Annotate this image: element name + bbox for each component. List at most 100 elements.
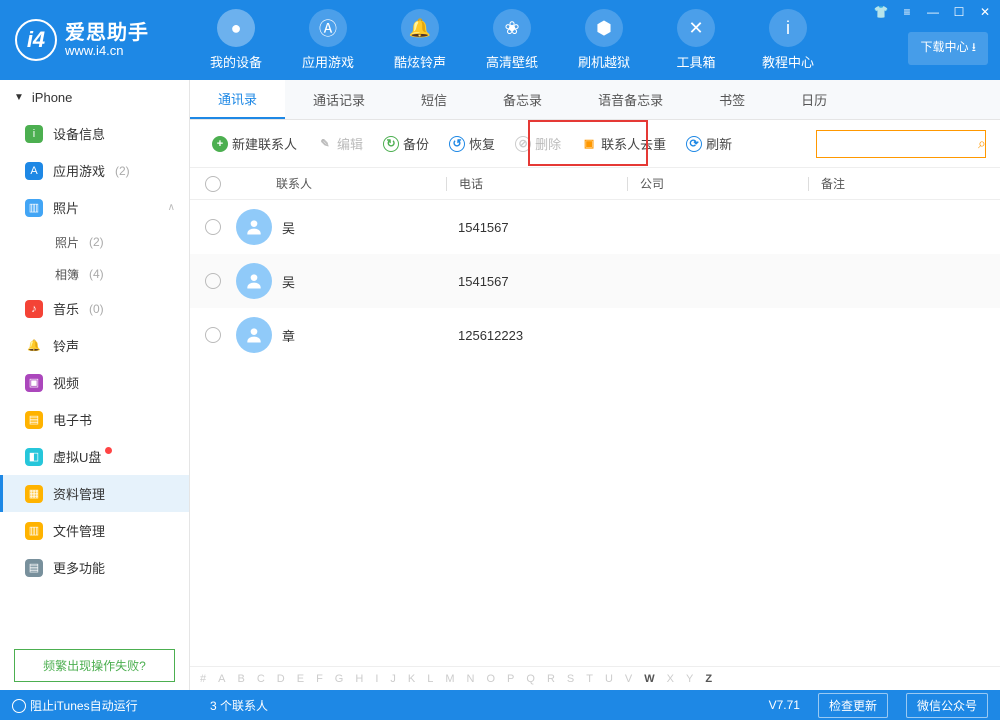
sidebar-icon: ▣ (25, 374, 43, 392)
alpha-letter[interactable]: O (486, 673, 495, 685)
sidebar-icon: ▥ (25, 522, 43, 540)
help-link[interactable]: 频繁出现操作失败? (14, 649, 175, 682)
tab[interactable]: 语音备忘录 (570, 80, 691, 119)
alpha-letter[interactable]: L (427, 673, 433, 685)
search-input[interactable] (823, 137, 978, 151)
table-row[interactable]: 章 125612223 (190, 308, 1000, 362)
backup-button[interactable]: ↻备份 (375, 130, 437, 157)
version-label: V7.71 (769, 698, 800, 712)
alpha-letter[interactable]: K (408, 673, 415, 685)
minimize-icon[interactable]: — (921, 3, 945, 21)
alpha-letter[interactable]: Y (686, 673, 693, 685)
table-row[interactable]: 吴 1541567 (190, 200, 1000, 254)
alpha-letter[interactable]: N (467, 673, 475, 685)
tab[interactable]: 日历 (773, 80, 855, 119)
download-center-label: 下载中心 (920, 40, 968, 54)
alpha-letter[interactable]: Q (526, 673, 535, 685)
alpha-letter[interactable]: H (355, 673, 363, 685)
sidebar-item[interactable]: 🔔铃声 (0, 327, 189, 364)
select-all-checkbox[interactable] (205, 176, 221, 192)
col-name-header[interactable]: 联系人 (236, 175, 446, 192)
sidebar-label: 资料管理 (53, 484, 105, 503)
alpha-letter[interactable]: I (375, 673, 378, 685)
dedupe-label: 联系人去重 (601, 134, 666, 153)
sidebar-item[interactable]: ▥文件管理 (0, 512, 189, 549)
alpha-letter[interactable]: S (567, 673, 574, 685)
alpha-letter[interactable]: X (667, 673, 674, 685)
alpha-letter[interactable]: W (644, 673, 654, 685)
edit-button[interactable]: ✎编辑 (309, 130, 371, 157)
row-checkbox[interactable] (205, 273, 221, 289)
delete-button[interactable]: ⊘删除 (507, 130, 569, 157)
app-site: www.i4.cn (65, 44, 149, 58)
nav-store[interactable]: Ⓐ应用游戏 (282, 9, 374, 71)
menu-icon[interactable]: ≡ (895, 3, 919, 21)
alpha-letter[interactable]: J (390, 673, 396, 685)
alpha-letter[interactable]: P (507, 673, 514, 685)
alpha-letter[interactable]: M (445, 673, 454, 685)
tab[interactable]: 短信 (393, 80, 475, 119)
sidebar-item[interactable]: ♪音乐(0) (0, 290, 189, 327)
sidebar-item[interactable]: ▤更多功能 (0, 549, 189, 586)
sidebar-item[interactable]: ▥照片∧ (0, 189, 189, 226)
sidebar-item[interactable]: i设备信息 (0, 115, 189, 152)
check-update-button[interactable]: 检查更新 (818, 693, 888, 718)
device-selector[interactable]: ▼ iPhone (0, 80, 189, 115)
close-icon[interactable]: ✕ (973, 3, 997, 21)
sidebar-label: 应用游戏 (53, 161, 105, 180)
nav-label: 刷机越狱 (558, 52, 650, 71)
alpha-letter[interactable]: C (257, 673, 265, 685)
sidebar-item[interactable]: 相簿(4) (0, 258, 189, 290)
sidebar-item[interactable]: 照片(2) (0, 226, 189, 258)
nav-label: 工具箱 (650, 52, 742, 71)
plus-icon: + (212, 136, 228, 152)
dedupe-button[interactable]: ▣联系人去重 (573, 130, 674, 157)
sidebar-item[interactable]: ▤电子书 (0, 401, 189, 438)
content-area: 通讯录通话记录短信备忘录语音备忘录书签日历 +新建联系人 ✎编辑 ↻备份 ↺恢复… (190, 80, 1000, 690)
alpha-letter[interactable]: B (237, 673, 244, 685)
nav-info[interactable]: i教程中心 (742, 9, 834, 71)
block-itunes-toggle[interactable]: 阻止iTunes自动运行 (12, 697, 138, 714)
alpha-letter[interactable]: D (277, 673, 285, 685)
wechat-button[interactable]: 微信公众号 (906, 693, 988, 718)
sidebar-item[interactable]: ◧虚拟U盘 (0, 438, 189, 475)
nav-bell[interactable]: 🔔酷炫铃声 (374, 9, 466, 71)
nav-box[interactable]: ⬢刷机越狱 (558, 9, 650, 71)
table-row[interactable]: 吴 1541567 (190, 254, 1000, 308)
tab[interactable]: 备忘录 (475, 80, 570, 119)
col-note-header[interactable]: 备注 (809, 175, 1000, 192)
alpha-letter[interactable]: Z (705, 673, 712, 685)
col-company-header[interactable]: 公司 (628, 175, 808, 192)
tab[interactable]: 书签 (691, 80, 773, 119)
sidebar-item[interactable]: ▣视频 (0, 364, 189, 401)
search-box[interactable]: ⌕ (816, 130, 986, 158)
wrench-icon: ✕ (677, 9, 715, 47)
new-contact-button[interactable]: +新建联系人 (204, 130, 305, 157)
skin-icon[interactable]: 👕 (869, 3, 893, 21)
alpha-letter[interactable]: G (335, 673, 344, 685)
tab[interactable]: 通讯录 (190, 80, 285, 119)
nav-flower[interactable]: ❀高清壁纸 (466, 9, 558, 71)
restore-button[interactable]: ↺恢复 (441, 130, 503, 157)
alpha-letter[interactable]: R (547, 673, 555, 685)
contact-phone: 1541567 (446, 274, 626, 289)
download-center-button[interactable]: 下载中心 ⭳ (908, 32, 988, 65)
alpha-letter[interactable]: # (200, 673, 206, 685)
col-phone-header[interactable]: 电话 (447, 175, 627, 192)
sidebar-item[interactable]: A应用游戏(2) (0, 152, 189, 189)
alpha-index[interactable]: # AB CDEFGHIJKLM NOPQRSTUVW XYZ (190, 666, 1000, 690)
alpha-letter[interactable]: T (586, 673, 593, 685)
nav-wrench[interactable]: ✕ 工具箱 (650, 9, 742, 71)
alpha-letter[interactable]: U (605, 673, 613, 685)
tab[interactable]: 通话记录 (285, 80, 393, 119)
alpha-letter[interactable]: E (297, 673, 304, 685)
sidebar-item[interactable]: ▦资料管理 (0, 475, 189, 512)
alpha-letter[interactable]: A (218, 673, 225, 685)
row-checkbox[interactable] (205, 327, 221, 343)
row-checkbox[interactable] (205, 219, 221, 235)
alpha-letter[interactable]: V (625, 673, 632, 685)
maximize-icon[interactable]: ☐ (947, 3, 971, 21)
refresh-button[interactable]: ⟳刷新 (678, 130, 740, 157)
nav-apple[interactable]: ●我的设备 (190, 9, 282, 71)
alpha-letter[interactable]: F (316, 673, 323, 685)
